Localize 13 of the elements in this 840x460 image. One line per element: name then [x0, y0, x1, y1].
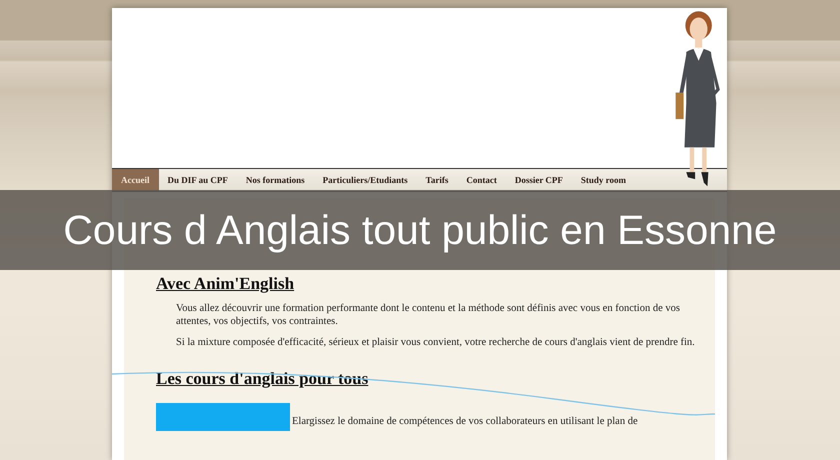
section-heading: Avec Anim'English: [156, 274, 294, 294]
nav-tab[interactable]: Contact: [457, 169, 506, 191]
paragraph: Si la mixture composée d'efficacité, sérieux et plaisir vous convient, votre recherche de cours d'anglais vient de prendre fin.: [176, 336, 695, 349]
nav-tab[interactable]: Particuliers/Etudiants: [314, 169, 417, 191]
paragraph: Vous allez découvrir une formation performante dont le contenu et la méthode sont définis avec vous en fonction de vos attentes, vos objectifs, vos contraintes.: [176, 302, 681, 328]
nav-tab[interactable]: Du DIF au CPF: [158, 169, 237, 191]
paragraph: Elargissez le domaine de compétences de vos collaborateurs en utilisant le plan de: [292, 415, 638, 428]
nav-tab[interactable]: Study room: [572, 169, 636, 191]
nav-tab[interactable]: Accueil: [112, 169, 158, 191]
nav-tab[interactable]: Dossier CPF: [506, 169, 572, 191]
nav-tab[interactable]: Nos formations: [236, 169, 314, 191]
nav-tab[interactable]: Tarifs: [416, 169, 458, 191]
banner-title: Cours d Anglais tout public en Essonne: [63, 206, 777, 254]
